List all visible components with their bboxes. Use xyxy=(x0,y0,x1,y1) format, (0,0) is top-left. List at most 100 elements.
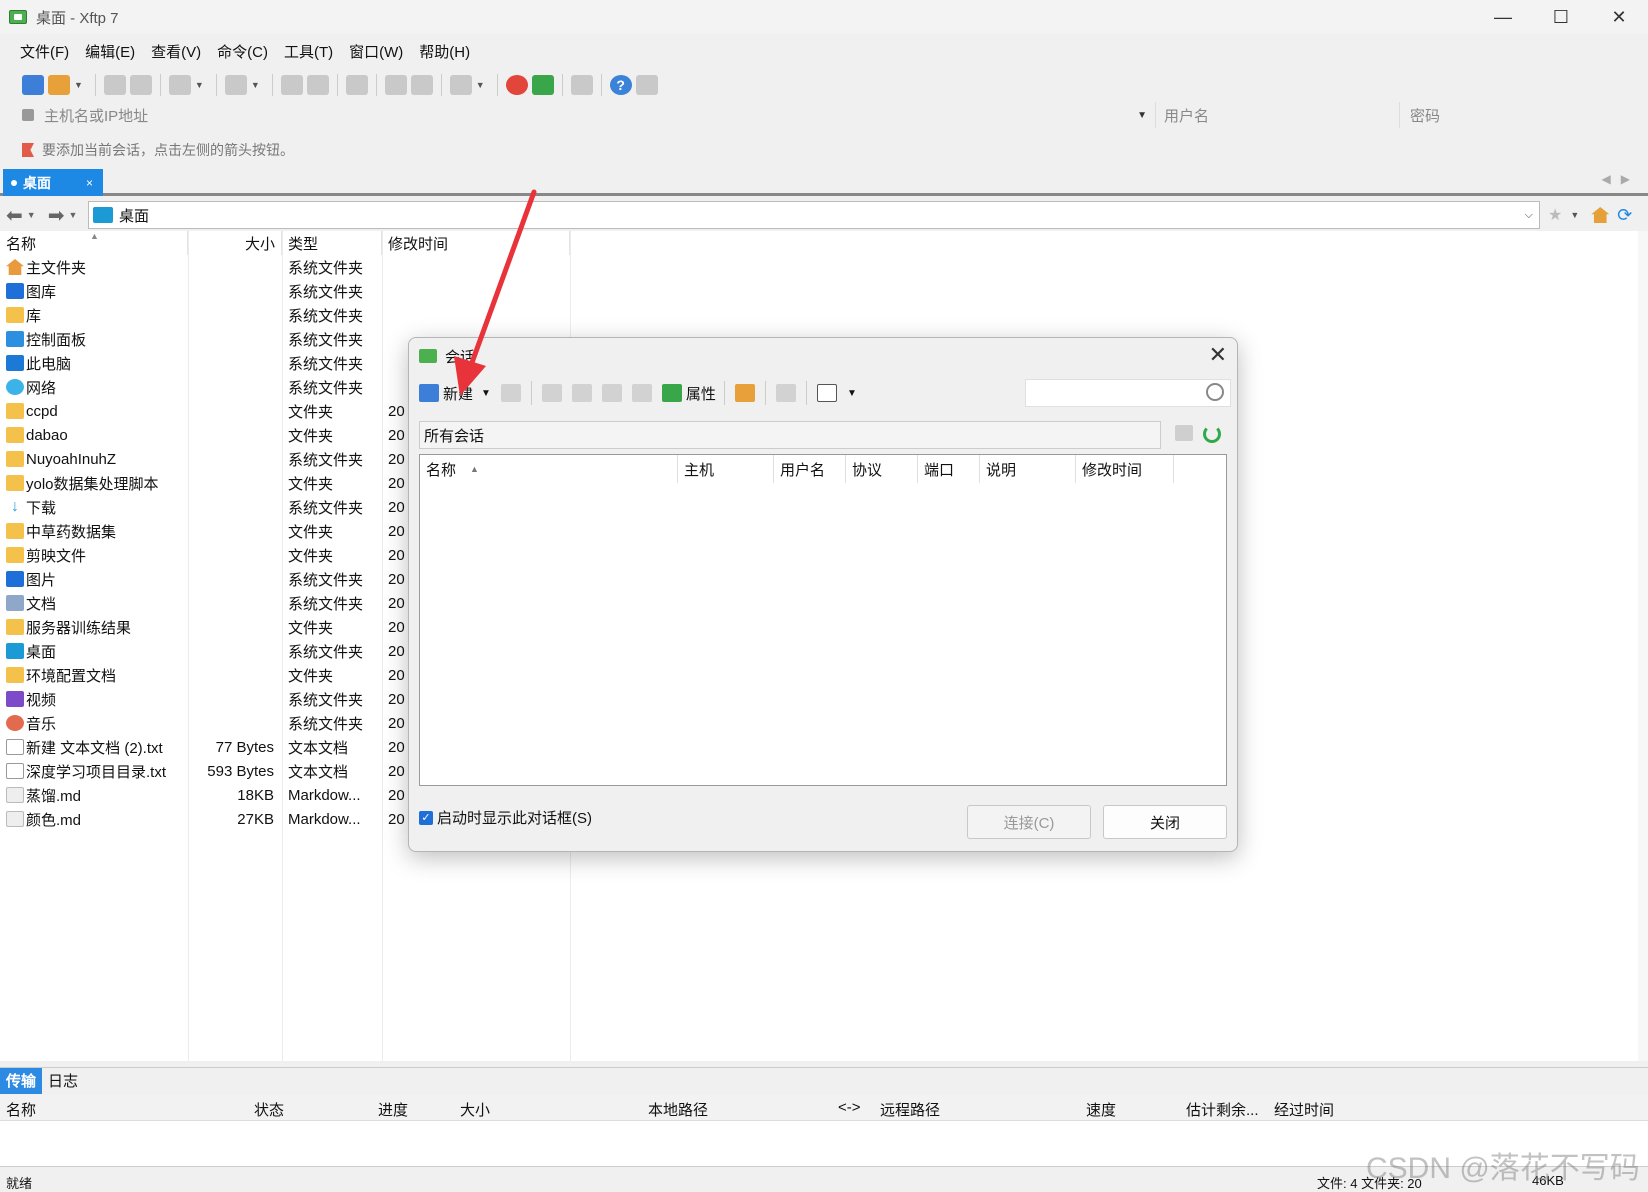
transfer-column-speed[interactable]: 速度 xyxy=(1086,1099,1116,1120)
sync-icon[interactable] xyxy=(345,75,368,95)
paste-icon[interactable] xyxy=(601,384,622,402)
new-session-button[interactable]: 新建 xyxy=(443,383,473,404)
control-panel-icon xyxy=(6,331,24,347)
column-size[interactable]: 大小 xyxy=(188,231,282,255)
favorite-star-icon[interactable]: ★ xyxy=(1548,205,1562,225)
transfer-column-remaining[interactable]: 估计剩余... xyxy=(1186,1099,1259,1120)
search-icon[interactable] xyxy=(1206,383,1224,401)
back-arrow-icon[interactable]: ⬅ xyxy=(6,203,23,228)
session-column-name[interactable]: 名称 ▲ xyxy=(420,455,678,483)
maximize-button[interactable]: ☐ xyxy=(1532,0,1590,34)
open-session-dropdown-icon[interactable]: ▼ xyxy=(74,80,83,90)
session-properties-dropdown-icon[interactable]: ▼ xyxy=(195,80,204,90)
connect-icon[interactable] xyxy=(103,75,126,95)
properties-button[interactable]: 属性 xyxy=(686,383,716,404)
view-mode-icon[interactable] xyxy=(816,384,837,402)
checkbox-checked-icon[interactable]: ✓ xyxy=(419,810,433,825)
download-icon[interactable] xyxy=(306,75,329,95)
session-column-protocol[interactable]: 协议 xyxy=(846,455,918,483)
menu-tools[interactable]: 工具(T) xyxy=(276,41,341,62)
export-icon[interactable] xyxy=(775,384,796,402)
file-row[interactable]: 图库 系统文件夹 xyxy=(0,279,600,303)
transfer-column-elapsed[interactable]: 经过时间 xyxy=(1274,1099,1334,1120)
session-properties-icon[interactable] xyxy=(168,75,191,95)
gear-icon[interactable] xyxy=(570,75,593,95)
home-icon[interactable] xyxy=(1591,207,1610,223)
tab-desktop[interactable]: 桌面 × xyxy=(3,169,103,196)
dialog-close-icon[interactable]: ✕ xyxy=(1209,342,1227,368)
session-column-modified[interactable]: 修改时间 xyxy=(1076,455,1174,483)
edit-session-icon[interactable] xyxy=(500,384,521,402)
transfer-dropdown-icon[interactable]: ▼ xyxy=(251,80,260,90)
password-input[interactable]: 密码 xyxy=(1406,102,1440,128)
close-window-button[interactable]: ✕ xyxy=(1590,0,1648,34)
xftp-icon[interactable] xyxy=(531,75,554,95)
help-icon[interactable]: ? xyxy=(609,75,632,95)
cut-icon[interactable] xyxy=(541,384,562,402)
show-on-startup-checkbox[interactable]: ✓ 启动时显示此对话框(S) xyxy=(419,807,592,828)
transfer-column-status[interactable]: 状态 xyxy=(254,1099,284,1120)
favorite-dropdown-icon[interactable]: ▼ xyxy=(1570,210,1579,220)
transfer-column-direction[interactable]: <-> xyxy=(838,1099,861,1116)
back-dropdown-icon[interactable]: ▼ xyxy=(27,210,36,220)
path-dropdown-icon[interactable]: ⌵ xyxy=(1525,209,1533,222)
tab-scroll-arrows-icon[interactable]: ◀▶ xyxy=(1602,172,1640,186)
session-folder-breadcrumb[interactable]: 所有会话 xyxy=(419,421,1161,449)
session-column-description[interactable]: 说明 xyxy=(980,455,1076,483)
session-search-input[interactable] xyxy=(1025,379,1231,407)
connect-button[interactable]: 连接(C) xyxy=(967,805,1091,839)
transfer-column-local-path[interactable]: 本地路径 xyxy=(648,1099,708,1120)
host-dropdown-icon[interactable]: ▼ xyxy=(1137,110,1147,121)
session-column-username[interactable]: 用户名 xyxy=(774,455,846,483)
transfer-column-name[interactable]: 名称 xyxy=(6,1099,36,1120)
menu-view[interactable]: 查看(V) xyxy=(143,41,209,62)
copy-icon[interactable] xyxy=(384,75,407,95)
transfer-column-progress[interactable]: 进度 xyxy=(378,1099,408,1120)
new-session-icon[interactable] xyxy=(419,384,439,402)
transfer-column-remote-path[interactable]: 远程路径 xyxy=(880,1099,940,1120)
menu-window[interactable]: 窗口(W) xyxy=(341,41,411,62)
menu-command[interactable]: 命令(C) xyxy=(209,41,276,62)
disconnect-icon[interactable] xyxy=(129,75,152,95)
session-column-port[interactable]: 端口 xyxy=(918,455,980,483)
new-session-icon[interactable] xyxy=(22,75,44,95)
properties-icon[interactable] xyxy=(661,384,682,402)
new-folder-icon[interactable] xyxy=(734,384,755,402)
vertical-scrollbar[interactable] xyxy=(1638,231,1648,1061)
xshell-icon[interactable] xyxy=(505,75,528,95)
forward-dropdown-icon[interactable]: ▼ xyxy=(68,210,77,220)
host-input[interactable]: 主机名或IP地址 ▼ xyxy=(12,102,1156,128)
view-mode-dropdown-icon[interactable]: ▼ xyxy=(847,388,857,399)
transfer-column-size[interactable]: 大小 xyxy=(460,1099,490,1120)
globe-icon[interactable] xyxy=(449,75,472,95)
file-row[interactable]: 主文件夹 系统文件夹 xyxy=(0,255,600,279)
file-row[interactable]: 库 系统文件夹 xyxy=(0,303,600,327)
minimize-button[interactable]: — xyxy=(1474,0,1532,34)
chat-icon[interactable] xyxy=(635,75,658,95)
forward-arrow-icon[interactable]: ➡ xyxy=(48,203,65,228)
globe-dropdown-icon[interactable]: ▼ xyxy=(476,80,485,90)
close-dialog-button[interactable]: 关闭 xyxy=(1103,805,1227,839)
tab-close-icon[interactable]: × xyxy=(86,176,93,190)
column-modified[interactable]: 修改时间 xyxy=(382,231,570,255)
transfer-icon[interactable] xyxy=(224,75,247,95)
refresh-sessions-icon[interactable] xyxy=(1203,425,1221,443)
copy-icon[interactable] xyxy=(571,384,592,402)
tab-transfer[interactable]: 传输 xyxy=(0,1067,43,1094)
menu-file[interactable]: 文件(F) xyxy=(12,41,77,62)
username-input[interactable]: 用户名 xyxy=(1160,102,1400,128)
tab-log[interactable]: 日志 xyxy=(42,1068,84,1094)
up-folder-icon[interactable] xyxy=(1175,425,1193,441)
session-column-host[interactable]: 主机 xyxy=(678,455,774,483)
bookmark-flag-icon[interactable] xyxy=(22,143,34,157)
path-combobox[interactable]: 桌面 ⌵ xyxy=(88,201,1540,229)
new-session-dropdown-icon[interactable]: ▼ xyxy=(481,388,491,399)
upload-icon[interactable] xyxy=(280,75,303,95)
column-type[interactable]: 类型 xyxy=(282,231,382,255)
menu-help[interactable]: 帮助(H) xyxy=(411,41,478,62)
delete-icon[interactable] xyxy=(631,384,652,402)
refresh-icon[interactable]: ⟳ xyxy=(1617,205,1632,226)
menu-edit[interactable]: 编辑(E) xyxy=(77,41,143,62)
open-session-icon[interactable] xyxy=(48,75,70,95)
paste-icon[interactable] xyxy=(410,75,433,95)
